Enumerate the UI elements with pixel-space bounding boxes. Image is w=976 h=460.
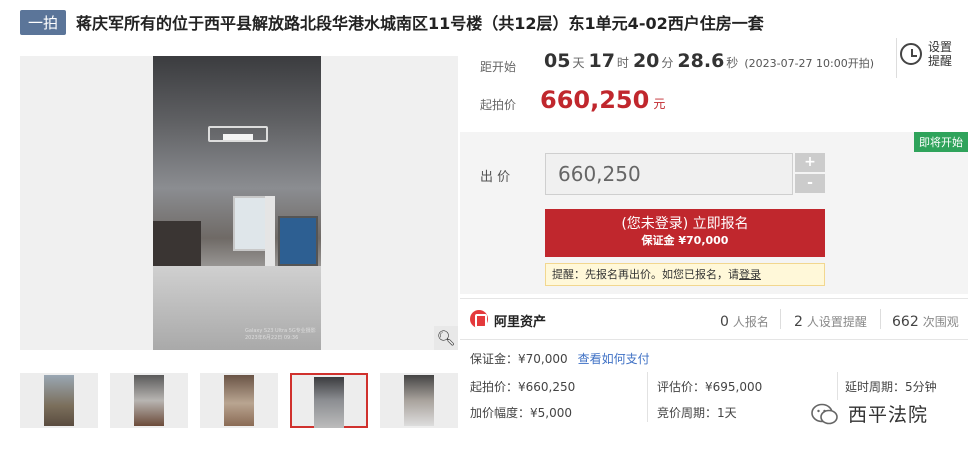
stat-divider [880,309,881,329]
wechat-icon [811,403,838,425]
increase-bid-button[interactable]: + [795,153,825,172]
notice-text: 提醒：先报名再出价。如您已报名，请 [552,268,739,281]
auction-round-badge: 一拍 [20,9,67,35]
countdown-hours-unit: 时 [616,56,629,70]
auction-start-time: (2023-07-27 10:00开拍) [744,57,875,70]
bid-cycle-info: 竞价周期：1天 [657,406,737,420]
photo-pillar [265,196,275,266]
status-badge: 即将开始 [914,132,968,152]
countdown-seconds-unit: 秒 [726,56,739,70]
countdown-minutes: 20 [632,50,660,72]
countdown-panel: 距开始 05 天 17 时 20 分 28.6 秒 (2023-07-27 10… [460,36,968,130]
countdown-minutes-unit: 分 [661,56,674,70]
thumbnail-5[interactable] [380,373,458,428]
photo-watermark: Galaxy S23 Ultra 5G专业摄影 2023年6月22日 09:36 [245,328,316,341]
thumbnail-3[interactable] [200,373,278,428]
wechat-watermark: 西平法院 [848,404,929,426]
reminder-label: 设置提醒 [928,40,953,68]
thumbnail-1[interactable] [20,373,98,428]
alarm-clock-icon [900,43,922,65]
info-divider [647,372,648,422]
signup-count: 0 人报名 [720,314,769,330]
main-photo[interactable]: Galaxy S23 Ultra 5G专业摄影 2023年6月22日 09:36 [153,56,321,350]
platform-name: 阿里资产 [494,315,547,330]
increment-info: 加价幅度：¥5,000 [470,406,572,420]
bid-panel: 即将开始 出 价 660,250 + - (您未登录) 立即报名 保证金 ¥70… [460,132,968,294]
thumbnail-strip [20,373,458,429]
countdown-label: 距开始 [480,60,517,74]
stats-bar: 阿里资产 0 人报名 2 人设置提醒 662 次围观 [460,298,968,340]
signup-deposit: 保证金 ¥70,000 [641,234,729,247]
ali-assets-logo-icon [470,310,488,328]
start-price-unit: 元 [653,97,666,111]
login-link[interactable]: 登录 [739,268,761,281]
set-reminder-button[interactable]: 设置提醒 [900,40,956,68]
deposit-text: 保证金：¥70,000 [470,352,568,366]
view-count: 662 次围观 [892,314,959,330]
countdown-days: 05 [544,50,571,72]
info-divider [837,372,838,400]
start-price-label: 起拍价 [480,98,517,112]
title-bar: 一拍 蒋庆军所有的位于西平县解放路北段华港水城南区11号楼（共12层）东1单元4… [20,9,764,35]
countdown-hours: 17 [588,50,615,72]
reminder-divider [896,38,897,78]
bid-label: 出 价 [480,170,511,185]
bid-amount-input[interactable]: 660,250 [545,153,793,195]
signup-button[interactable]: (您未登录) 立即报名 保证金 ¥70,000 [545,209,825,257]
photo-gallery: Galaxy S23 Ultra 5G专业摄影 2023年6月22日 09:36… [20,56,458,350]
start-price-info: 起拍价：¥660,250 [470,380,576,394]
countdown-days-unit: 天 [572,56,585,70]
photo-ceiling-light-inner [223,134,253,140]
delay-info: 延时周期：5分钟 [845,380,937,394]
deposit-info: 保证金：¥70,000 查看如何支付 [470,350,650,367]
start-price-value: 660,250 [540,86,650,114]
zoom-button[interactable]: 🔍︎ [434,326,458,350]
decrease-bid-button[interactable]: - [795,174,825,193]
photo-tv [278,216,318,266]
thumbnail-2[interactable] [110,373,188,428]
countdown-seconds: 28.6 [677,50,725,72]
page-title: 蒋庆军所有的位于西平县解放路北段华港水城南区11号楼（共12层）东1单元4-02… [76,14,764,33]
stat-divider [780,309,781,329]
signup-label: (您未登录) 立即报名 [621,216,749,232]
payment-help-link[interactable]: 查看如何支付 [578,352,650,366]
start-price: 660,250 元 [540,86,665,114]
reminder-count: 2 人设置提醒 [794,314,867,330]
appraisal-info: 评估价：¥695,000 [657,380,763,394]
thumbnail-4[interactable] [290,373,368,428]
countdown-timer: 05 天 17 时 20 分 28.6 秒 (2023-07-27 10:00开… [544,50,874,72]
login-notice: 提醒：先报名再出价。如您已报名，请登录 [545,263,825,286]
magnifier-icon: 🔍︎ [436,329,456,347]
